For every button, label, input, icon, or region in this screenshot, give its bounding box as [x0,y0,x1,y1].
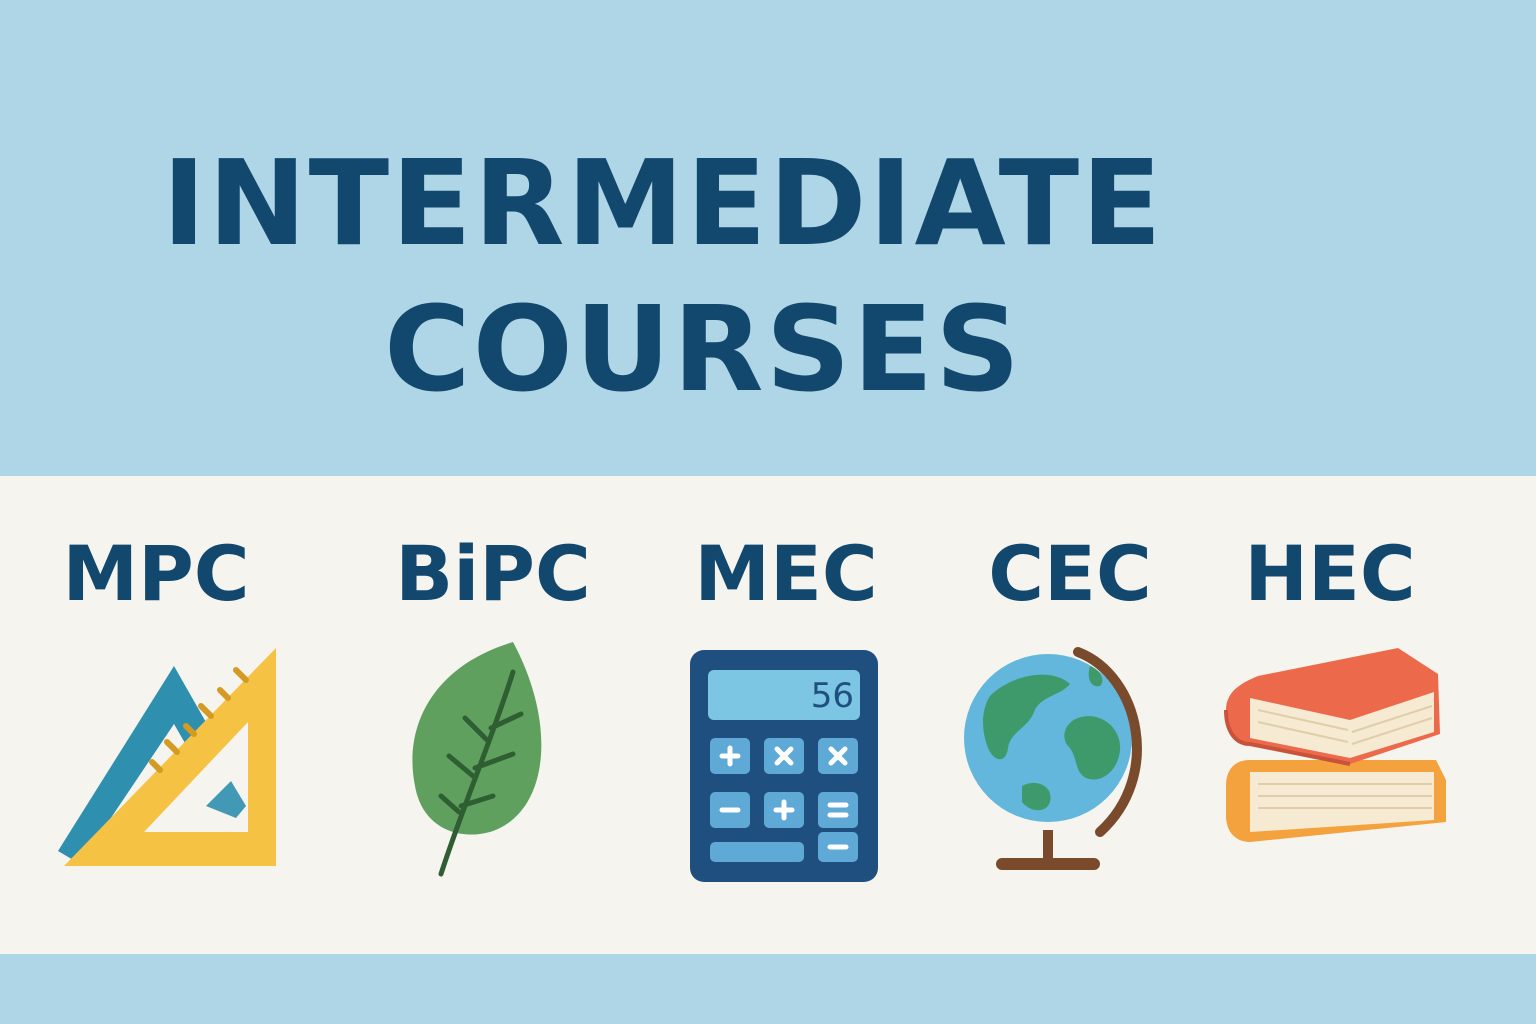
books-stack-icon [1210,636,1450,886]
course-label-hec: HEC [1244,529,1416,618]
page-title-line-2: COURSES [384,280,1023,418]
course-mec: MEC 56 [666,476,906,954]
header-banner: INTERMEDIATE COURSES [0,0,1536,476]
courses-band: MPC BiPC MEC 56 CEC HEC [0,476,1536,954]
course-hec: HEC [1210,476,1450,954]
calculator-icon: 56 [666,636,906,886]
course-bipc: BiPC [373,476,613,954]
course-label-bipc: BiPC [395,529,591,618]
course-mpc: MPC [36,476,276,954]
course-cec: CEC [950,476,1190,954]
geometry-set-square-icon [36,636,276,886]
course-label-mec: MEC [694,529,878,618]
course-label-mpc: MPC [62,529,250,618]
calculator-display-value: 56 [810,676,854,716]
page-title-line-1: INTERMEDIATE [162,134,1164,272]
leaf-icon [373,636,613,886]
footer-strip [0,954,1536,1024]
globe-icon [950,636,1190,886]
course-label-cec: CEC [988,529,1152,618]
